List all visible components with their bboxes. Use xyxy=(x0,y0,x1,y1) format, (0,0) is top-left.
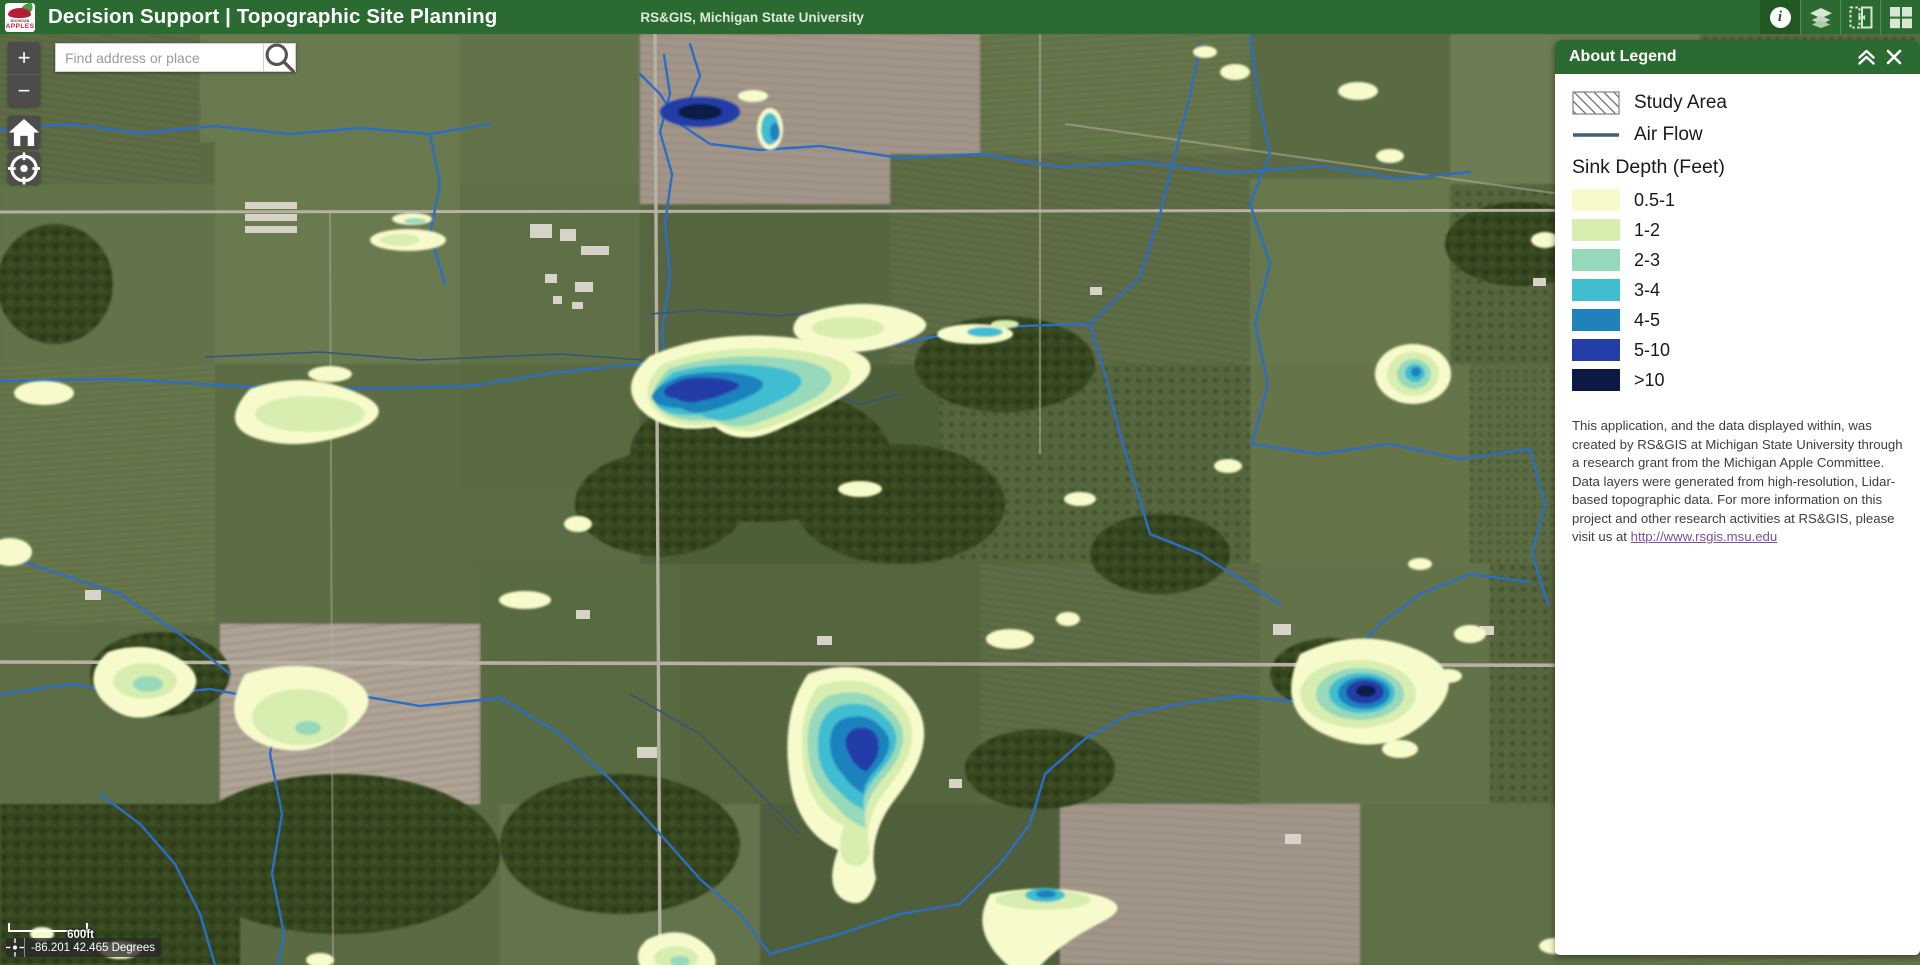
hatched-rectangle-icon xyxy=(1572,91,1620,115)
legend-item-sink-depth: 0.5-1 xyxy=(1572,189,1903,211)
logo-container: MICHIGAN APPLES xyxy=(0,0,40,34)
chevron-double-up-icon xyxy=(1857,49,1875,65)
legend-item-sink-depth: 5-10 xyxy=(1572,339,1903,361)
search-input[interactable] xyxy=(55,43,263,72)
legend-label-sink-depth: 4-5 xyxy=(1634,309,1661,330)
legend-label-sink-depth: 2-3 xyxy=(1634,249,1661,270)
michigan-apples-logo: MICHIGAN APPLES xyxy=(5,2,35,32)
color-swatch xyxy=(1572,309,1620,331)
about-info-button[interactable]: i xyxy=(1760,0,1800,34)
legend-description-text: This application, and the data displayed… xyxy=(1572,418,1903,544)
search-widget xyxy=(55,43,296,73)
color-swatch xyxy=(1572,339,1620,361)
legend-label-sink-depth: 5-10 xyxy=(1634,339,1671,360)
page-title: Decision Support | Topographic Site Plan… xyxy=(48,5,498,28)
close-x-icon xyxy=(1886,49,1902,65)
sink-depth-swatch xyxy=(1572,219,1625,241)
info-icon: i xyxy=(1769,6,1791,28)
sink-depth-swatch xyxy=(1572,309,1625,331)
legend-label-study-area: Study Area xyxy=(1634,92,1727,113)
swipe-panel-icon xyxy=(1849,6,1872,28)
legend-label-sink-depth: 3-4 xyxy=(1634,279,1661,300)
color-swatch xyxy=(1572,249,1620,271)
logo-text-apples: APPLES xyxy=(5,22,35,30)
app-header: MICHIGAN APPLES Decision Support | Topog… xyxy=(0,0,1920,34)
swipe-tool-button[interactable] xyxy=(1840,0,1880,34)
logo-apple-shape xyxy=(8,7,31,18)
crosshair-small-icon[interactable] xyxy=(6,938,25,957)
legend-description: This application, and the data displayed… xyxy=(1572,417,1903,547)
coordinate-value: -86.201 42.465 Degrees xyxy=(31,941,156,954)
legend-item-sink-depth: 4-5 xyxy=(1572,309,1903,331)
app-root: MICHIGAN APPLES Decision Support | Topog… xyxy=(0,0,1920,965)
sink-depth-swatch xyxy=(1572,369,1625,391)
legend-panel-header: About Legend xyxy=(1555,40,1920,74)
legend-item-sink-depth: 2-3 xyxy=(1572,249,1903,271)
legend-item-sink-depth: 3-4 xyxy=(1572,279,1903,301)
sink-depth-swatch xyxy=(1572,189,1625,211)
legend-item-air-flow: Air Flow xyxy=(1572,124,1903,146)
about-legend-panel: About Legend Study Area Air Flow Sink De… xyxy=(1555,40,1920,955)
legend-label-sink-depth: 0.5-1 xyxy=(1634,189,1676,210)
color-swatch xyxy=(1572,369,1620,391)
search-magnifier-icon xyxy=(265,43,295,73)
sink-depth-swatch xyxy=(1572,249,1625,271)
legend-panel-body: Study Area Air Flow Sink Depth (Feet) 0.… xyxy=(1555,74,1920,955)
color-swatch xyxy=(1572,189,1620,211)
search-button[interactable] xyxy=(263,43,296,73)
legend-heading-sink-depth: Sink Depth (Feet) xyxy=(1572,156,1725,178)
locate-me-button[interactable] xyxy=(8,152,40,184)
legend-label-air-flow: Air Flow xyxy=(1634,124,1703,145)
air-flow-swatch xyxy=(1572,128,1625,142)
legend-item-sink-depth: >10 xyxy=(1572,369,1903,391)
legend-item-study-area: Study Area xyxy=(1572,91,1903,115)
study-area-swatch xyxy=(1572,91,1625,115)
legend-label-sink-depth: >10 xyxy=(1634,369,1665,390)
legend-label-sink-depth: 1-2 xyxy=(1634,219,1661,240)
color-swatch xyxy=(1572,219,1620,241)
coordinate-readout: -86.201 42.465 Degrees xyxy=(6,938,162,957)
legend-item-sink-depth: 1-2 xyxy=(1572,219,1903,241)
rsgis-website-link[interactable]: http://www.rsgis.msu.edu xyxy=(1631,529,1778,544)
sink-depth-class-list: 0.5-1 1-2 2-3 3-4 4-5 5-10 >10 xyxy=(1572,189,1903,391)
layer-list-button[interactable] xyxy=(1800,0,1840,34)
color-swatch xyxy=(1572,279,1620,301)
collapse-panel-button[interactable] xyxy=(1852,43,1880,71)
sink-depth-swatch xyxy=(1572,339,1625,361)
grid-squares-icon xyxy=(1889,6,1912,28)
header-tool-group: i xyxy=(1760,0,1920,34)
close-panel-button[interactable] xyxy=(1880,43,1908,71)
sink-depth-swatch xyxy=(1572,279,1625,301)
layers-icon xyxy=(1809,8,1832,28)
app-subtitle: RS&GIS, Michigan State University xyxy=(640,9,864,25)
legend-panel-title: About Legend xyxy=(1569,48,1677,65)
line-symbol-icon xyxy=(1573,133,1619,137)
basemap-gallery-button[interactable] xyxy=(1880,0,1920,34)
